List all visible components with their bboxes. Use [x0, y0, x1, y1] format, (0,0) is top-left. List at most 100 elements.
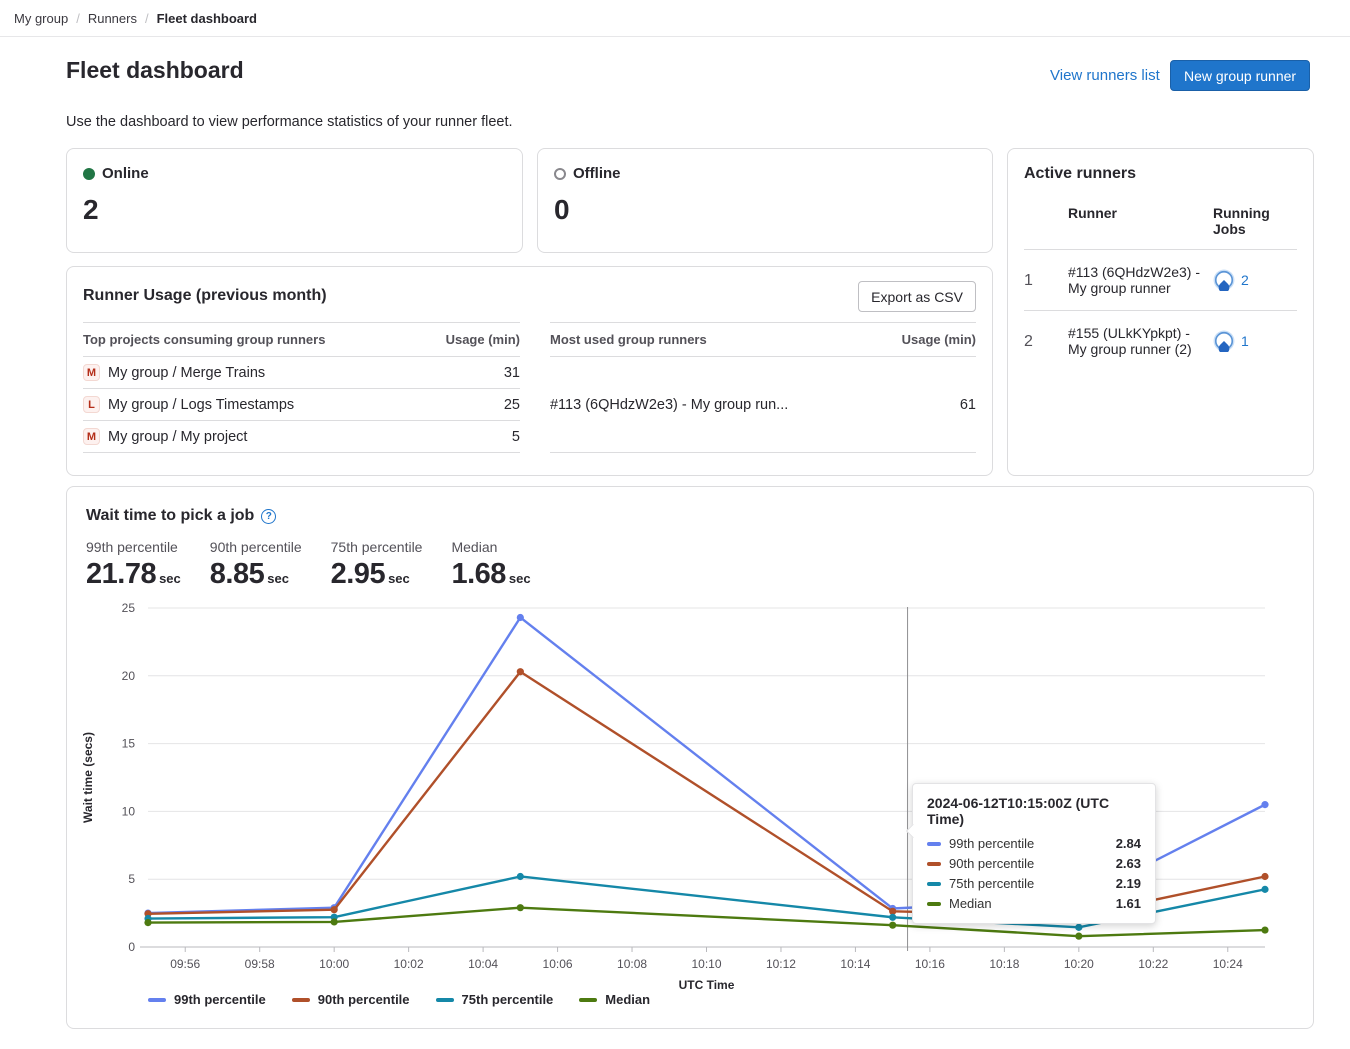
usage-min-header: Usage (min) — [417, 323, 520, 357]
series-swatch-median — [927, 902, 941, 906]
project-name: My group / My project — [108, 429, 247, 445]
tooltip-row: 75th percentile 2.19 — [927, 876, 1141, 891]
tooltip-title: 2024-06-12T10:15:00Z (UTC Time) — [927, 795, 1141, 827]
page-title: Fleet dashboard — [66, 57, 244, 84]
breadcrumb-runners[interactable]: Runners — [88, 11, 137, 26]
svg-text:09:58: 09:58 — [245, 957, 275, 971]
breadcrumb-separator: / — [145, 11, 149, 26]
new-group-runner-button[interactable]: New group runner — [1170, 60, 1310, 91]
svg-text:10:22: 10:22 — [1138, 957, 1168, 971]
svg-text:10:24: 10:24 — [1213, 957, 1243, 971]
active-runners-runner-header: Runner — [1068, 197, 1213, 250]
svg-text:09:56: 09:56 — [170, 957, 200, 971]
most-used-runners-header: Most used group runners — [550, 323, 875, 357]
svg-text:10:16: 10:16 — [915, 957, 945, 971]
stat-90th: 90th percentile 8.85sec — [210, 539, 302, 591]
usage-min-header: Usage (min) — [875, 323, 976, 357]
runner-usage-title: Runner Usage (previous month) — [83, 283, 976, 305]
active-runners-card: Active runners Runner Running Jobs 1 #11… — [1007, 148, 1314, 476]
svg-text:10:12: 10:12 — [766, 957, 796, 971]
wait-time-title: Wait time to pick a job — [86, 507, 254, 525]
active-runners-jobs-header: Running Jobs — [1213, 197, 1297, 250]
project-usage: 25 — [417, 389, 520, 421]
project-avatar: M — [83, 364, 100, 381]
table-row: MMy group / Merge Trains 31 — [83, 357, 520, 389]
svg-text:10:06: 10:06 — [543, 957, 573, 971]
top-projects-header: Top projects consuming group runners — [83, 323, 417, 357]
svg-text:10:00: 10:00 — [319, 957, 349, 971]
active-runners-index-header — [1024, 197, 1068, 250]
stat-75th: 75th percentile 2.95sec — [331, 539, 423, 591]
svg-text:0: 0 — [128, 940, 135, 954]
svg-text:20: 20 — [122, 669, 136, 683]
series-swatch-75th — [927, 882, 941, 886]
page-description: Use the dashboard to view performance st… — [66, 114, 513, 130]
svg-text:10:04: 10:04 — [468, 957, 498, 971]
breadcrumb: My group / Runners / Fleet dashboard — [0, 0, 1350, 37]
runner-rank: 1 — [1024, 250, 1068, 311]
running-jobs-count[interactable]: 2 — [1241, 272, 1249, 288]
chart-legend: 99th percentile 90th percentile 75th per… — [148, 992, 650, 1007]
online-count: 2 — [83, 194, 506, 226]
help-icon[interactable]: ? — [261, 509, 276, 524]
svg-text:UTC Time: UTC Time — [679, 978, 735, 989]
svg-text:10: 10 — [122, 804, 136, 818]
legend-item-75th[interactable]: 75th percentile — [436, 992, 554, 1007]
legend-item-90th[interactable]: 90th percentile — [292, 992, 410, 1007]
offline-status-icon — [554, 168, 566, 180]
most-used-runners-table: Most used group runners Usage (min) #113… — [550, 322, 976, 453]
table-row: M My group / My project 5 — [83, 421, 520, 453]
svg-text:10:10: 10:10 — [691, 957, 721, 971]
chart-tooltip: 2024-06-12T10:15:00Z (UTC Time) 99th per… — [912, 783, 1156, 924]
breadcrumb-separator: / — [76, 11, 80, 26]
project-usage: 31 — [417, 357, 520, 389]
legend-swatch-99th — [148, 998, 166, 1002]
offline-count: 0 — [554, 194, 976, 226]
legend-item-99th[interactable]: 99th percentile — [148, 992, 266, 1007]
runner-name: #113 (6QHdzW2e3) - My group runner — [1068, 250, 1213, 311]
series-swatch-90th — [927, 862, 941, 866]
online-runners-card: Online 2 — [66, 148, 523, 253]
legend-swatch-median — [579, 998, 597, 1002]
running-status-icon — [1213, 269, 1235, 291]
online-label: Online — [102, 165, 149, 182]
running-jobs-count[interactable]: 1 — [1241, 333, 1249, 349]
svg-text:10:20: 10:20 — [1064, 957, 1094, 971]
view-runners-list-link[interactable]: View runners list — [1050, 67, 1160, 84]
svg-text:10:08: 10:08 — [617, 957, 647, 971]
svg-text:15: 15 — [122, 737, 136, 751]
legend-item-median[interactable]: Median — [579, 992, 650, 1007]
svg-text:10:02: 10:02 — [394, 957, 424, 971]
project-usage: 5 — [417, 421, 520, 453]
wait-time-stats: 99th percentile 21.78sec 90th percentile… — [86, 539, 531, 591]
top-projects-table: Top projects consuming group runners Usa… — [83, 322, 520, 453]
project-name: My group / Logs Timestamps — [108, 397, 294, 413]
project-avatar: M — [83, 428, 100, 445]
svg-text:Wait time (secs): Wait time (secs) — [81, 732, 95, 823]
export-csv-button[interactable]: Export as CSV — [858, 281, 976, 312]
legend-swatch-75th — [436, 998, 454, 1002]
runner-rank: 2 — [1024, 311, 1068, 372]
series-swatch-99th — [927, 842, 941, 846]
tooltip-row: 90th percentile 2.63 — [927, 856, 1141, 871]
runner-name: #113 (6QHdzW2e3) - My group run... — [550, 357, 875, 453]
stat-99th: 99th percentile 21.78sec — [86, 539, 181, 591]
active-runner-row: 1 #113 (6QHdzW2e3) - My group runner 2 — [1024, 250, 1297, 311]
active-runner-row: 2 #155 (ULkKYpkpt) - My group runner (2)… — [1024, 311, 1297, 372]
svg-text:10:18: 10:18 — [989, 957, 1019, 971]
offline-runners-card: Offline 0 — [537, 148, 993, 253]
table-row: L My group / Logs Timestamps 25 — [83, 389, 520, 421]
runner-name: #155 (ULkKYpkpt) - My group runner (2) — [1068, 311, 1213, 372]
offline-label: Offline — [573, 165, 621, 182]
svg-text:25: 25 — [122, 601, 136, 615]
table-row: #113 (6QHdzW2e3) - My group run... 61 — [550, 357, 976, 453]
project-avatar: L — [83, 396, 100, 413]
active-runners-title: Active runners — [1024, 165, 1297, 183]
legend-swatch-90th — [292, 998, 310, 1002]
online-status-icon — [83, 168, 95, 180]
breadcrumb-fleet-dashboard: Fleet dashboard — [157, 11, 257, 26]
runner-usage-value: 61 — [875, 357, 976, 453]
breadcrumb-my-group[interactable]: My group — [14, 11, 68, 26]
svg-text:10:14: 10:14 — [840, 957, 870, 971]
tooltip-row: 99th percentile 2.84 — [927, 836, 1141, 851]
